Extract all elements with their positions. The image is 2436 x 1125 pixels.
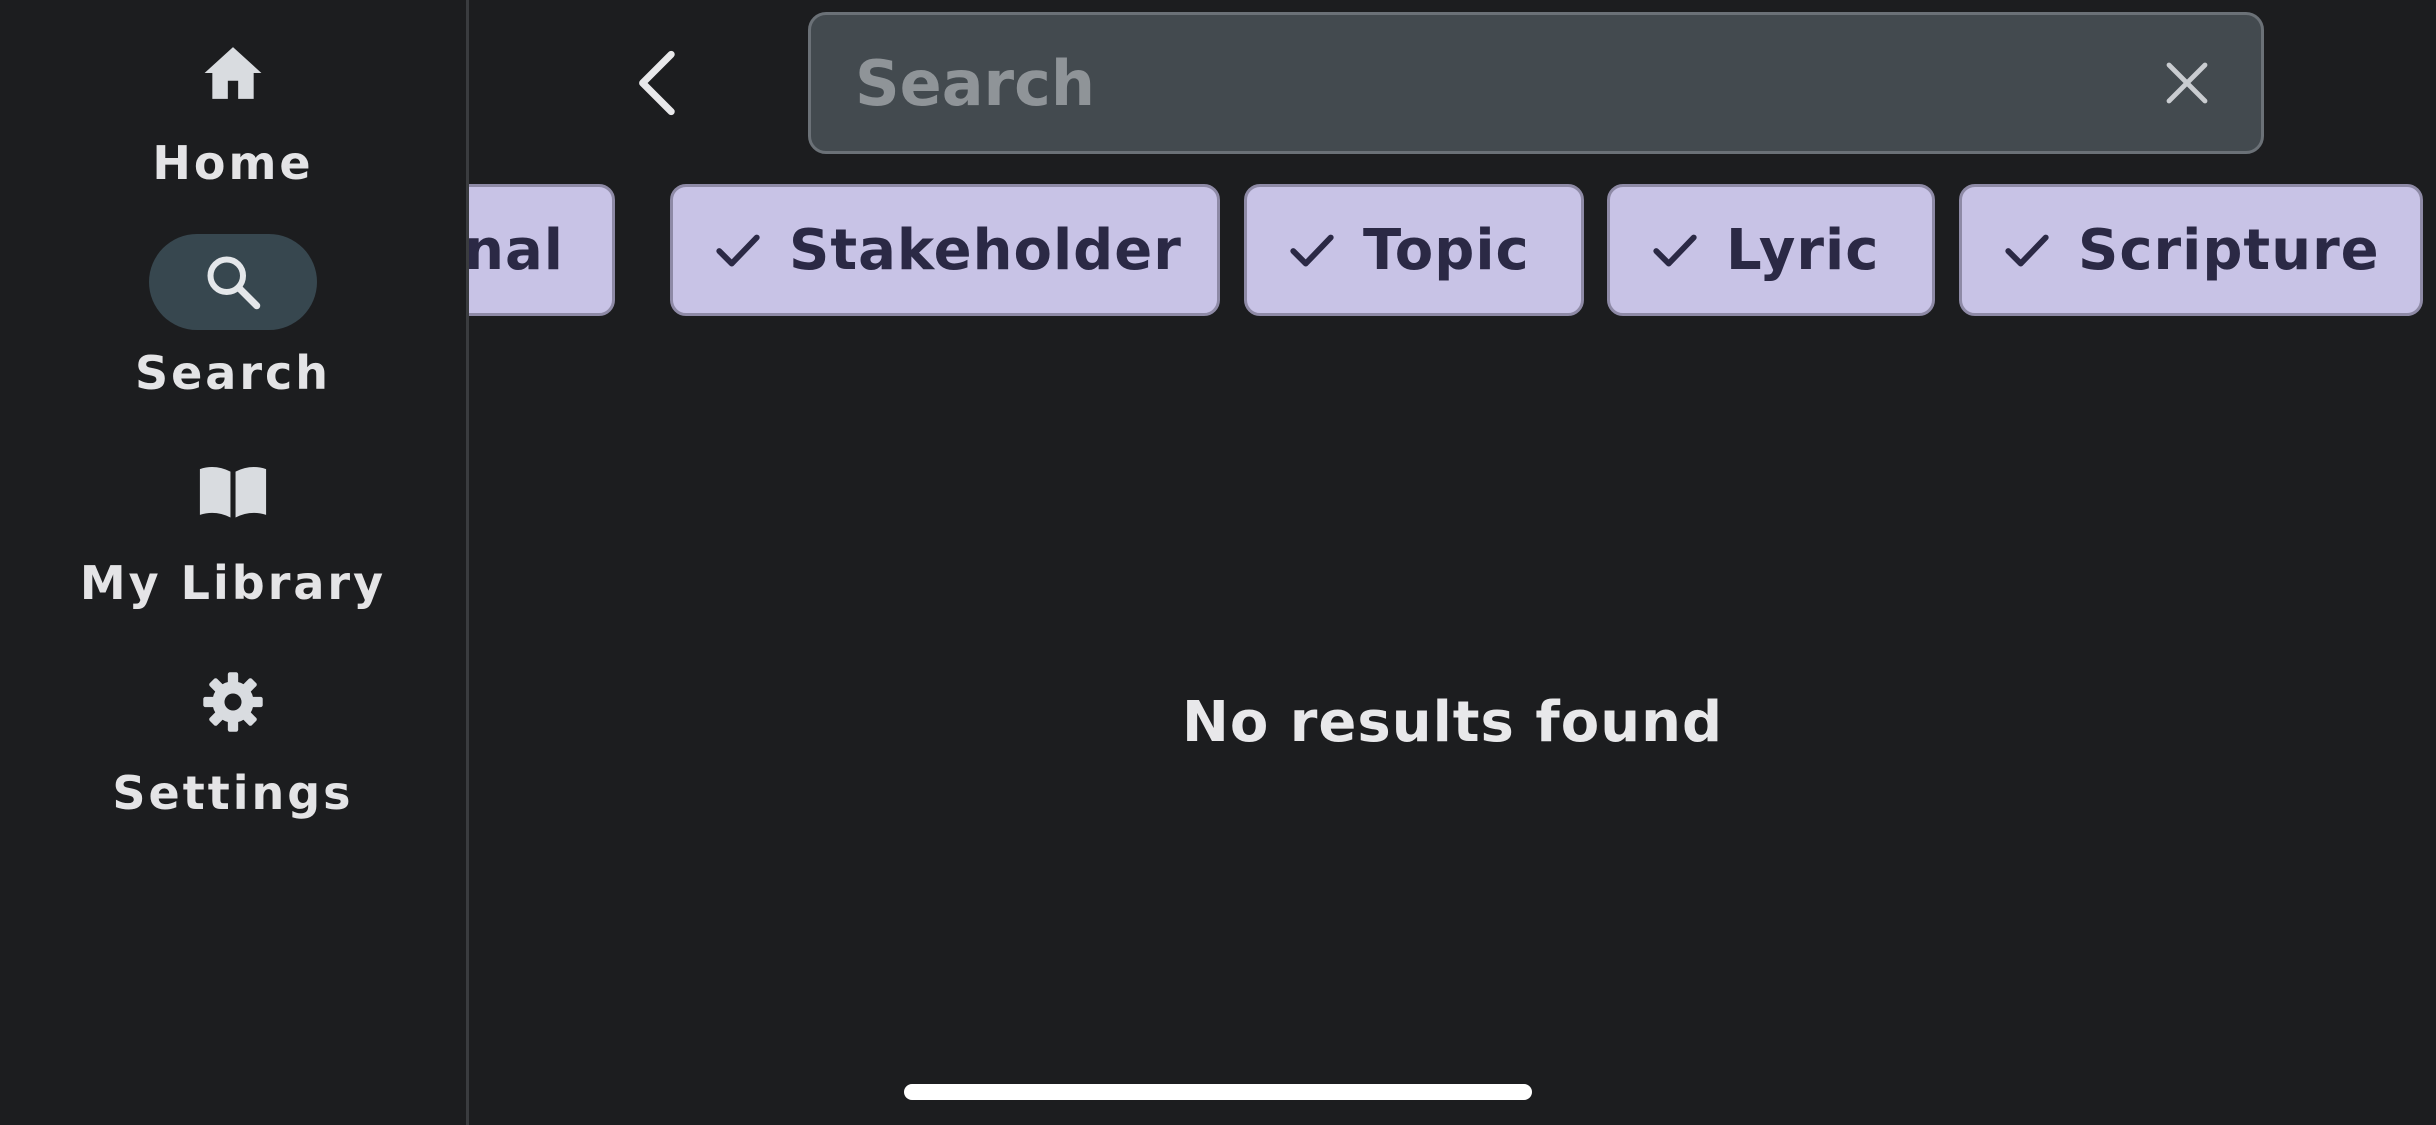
check-icon [1648, 223, 1702, 277]
chip-label: Stakeholder [789, 217, 1182, 283]
chip-label: Lyric [1726, 217, 1880, 283]
sidebar-item-label: Search [134, 346, 332, 400]
home-indicator [904, 1084, 1532, 1100]
chevron-left-icon [639, 50, 675, 116]
filter-chip-hymnal[interactable]: mnal [469, 184, 615, 316]
sidebar-item-search[interactable]: Search [0, 200, 466, 410]
sidebar-item-home[interactable]: Home [0, 0, 466, 200]
gear-icon [149, 654, 317, 750]
sidebar: Home Search My Library Settings [0, 0, 469, 1125]
filter-chip-scripture[interactable]: Scripture [1959, 184, 2423, 316]
filter-chip-topic[interactable]: Topic [1244, 184, 1584, 316]
check-icon [711, 223, 765, 277]
book-icon [149, 444, 317, 540]
search-field [808, 12, 2264, 154]
sidebar-item-settings[interactable]: Settings [0, 620, 466, 830]
filter-chip-stakeholder[interactable]: Stakeholder [670, 184, 1220, 316]
filter-chip-lyric[interactable]: Lyric [1607, 184, 1935, 316]
chip-label: mnal [469, 217, 564, 283]
filter-chips-row: mnal Stakeholder Topic Lyric Scripture [469, 182, 2436, 322]
home-icon [149, 25, 317, 121]
close-icon [2166, 62, 2208, 104]
empty-results-message: No results found [1181, 690, 1724, 755]
sidebar-item-label: Settings [112, 766, 354, 820]
chip-label: Topic [1363, 217, 1530, 283]
sidebar-item-my-library[interactable]: My Library [0, 410, 466, 620]
sidebar-item-label: Home [152, 136, 314, 190]
check-icon [2000, 223, 2054, 277]
check-icon [1285, 223, 1339, 277]
sidebar-item-label: My Library [79, 556, 387, 610]
search-icon [149, 234, 317, 330]
search-input[interactable] [855, 15, 2115, 151]
back-button[interactable] [620, 40, 696, 126]
chip-label: Scripture [2078, 217, 2380, 283]
clear-search-button[interactable] [2157, 53, 2217, 113]
